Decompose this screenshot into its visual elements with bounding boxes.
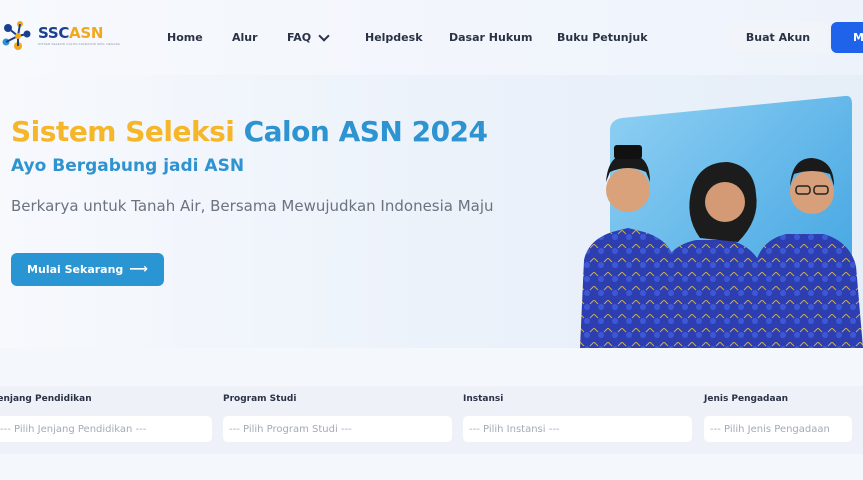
hero-illustration [580,95,863,348]
program-studi-select[interactable]: --- Pilih Program Studi --- [223,416,452,442]
nav-item-helpdesk[interactable]: Helpdesk [365,31,423,44]
logo-icon [2,21,31,50]
chevron-down-icon [318,29,330,42]
brand-name: SSCASN [38,23,104,42]
filter-instansi: Instansi --- Pilih Instansi --- [463,394,692,442]
nav-item-faq-label: FAQ [287,31,312,44]
nav-item-dasar-hukum[interactable]: Dasar Hukum [449,31,532,44]
nav-item-home[interactable]: Home [167,31,203,44]
hero-subtitle: Ayo Bergabung jadi ASN [11,156,245,176]
filter-program-studi: Program Studi --- Pilih Program Studi --… [223,394,452,442]
brand-tagline: SISTEM SELEKSI CALON APARATUR SIPIL NEGA… [38,41,121,46]
jenjang-pendidikan-select[interactable]: --- Pilih Jenjang Pendidikan --- [0,416,212,442]
start-now-label: Mulai Sekarang [27,263,124,276]
arrow-right-icon: ⟶ [129,262,148,277]
hero-description: Berkarya untuk Tanah Air, Bersama Mewuju… [11,197,494,215]
top-navbar: SSCASN SISTEM SELEKSI CALON APARATUR SIP… [0,0,863,75]
filter-label: Program Studi [223,394,297,404]
nav-item-buku-petunjuk[interactable]: Buku Petunjuk [557,31,648,44]
filter-label: Jenjang Pendidikan [0,394,92,404]
filter-jenjang-pendidikan: Jenjang Pendidikan --- Pilih Jenjang Pen… [0,394,212,442]
search-filter-bar: Jenjang Pendidikan --- Pilih Jenjang Pen… [0,386,863,454]
instansi-select[interactable]: --- Pilih Instansi --- [463,416,692,442]
filter-label: Jenis Pengadaan [704,394,789,404]
filter-label: Instansi [463,394,504,404]
nav-item-alur[interactable]: Alur [232,31,258,44]
start-now-button[interactable]: Mulai Sekarang ⟶ [11,253,164,286]
filter-jenis-pengadaan: Jenis Pengadaan --- Pilih Jenis Pengadaa… [704,394,852,442]
hero-title: Sistem Seleksi Calon ASN 2024 [11,115,488,148]
logo[interactable]: SSCASN SISTEM SELEKSI CALON APARATUR SIP… [0,18,120,52]
register-button[interactable]: Buat Akun [728,22,828,53]
jenis-pengadaan-select[interactable]: --- Pilih Jenis Pengadaan [704,416,852,442]
nav-item-faq[interactable]: FAQ [287,29,330,44]
login-button[interactable]: M [831,22,863,53]
